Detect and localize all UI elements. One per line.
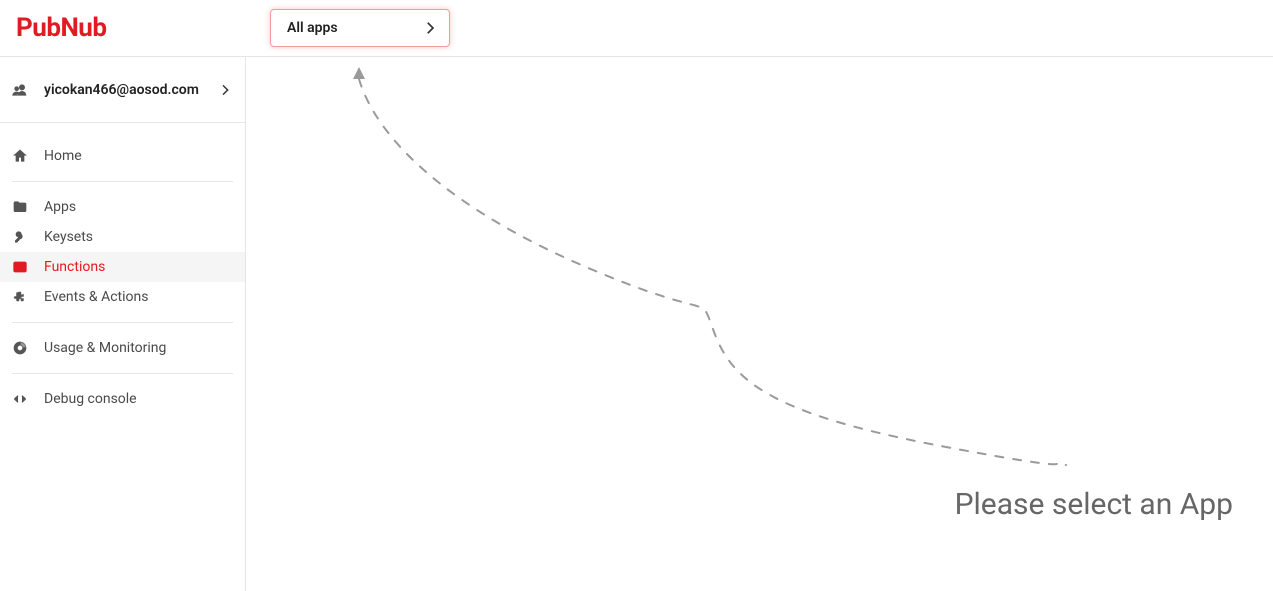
sidebar-item-keysets[interactable]: Keysets: [0, 222, 245, 252]
app-selector[interactable]: All apps: [270, 9, 450, 47]
brand-logo[interactable]: PubNub: [0, 13, 246, 43]
sidebar-item-label: Debug console: [44, 391, 137, 407]
sidebar-item-label: Functions: [44, 259, 105, 275]
key-icon: [12, 229, 28, 245]
sidebar-nav: Home Apps Keysets Functions Events & Act…: [0, 123, 245, 424]
sidebar-item-label: Keysets: [44, 229, 93, 245]
brand-logo-text: PubNub: [16, 13, 106, 43]
sidebar-item-usage[interactable]: Usage & Monitoring: [0, 333, 245, 363]
sidebar-item-label: Events & Actions: [44, 289, 148, 305]
sidebar-item-debug[interactable]: Debug console: [0, 384, 245, 414]
account-switcher[interactable]: yicokan466@aosod.com: [0, 57, 245, 123]
window-icon: [12, 259, 28, 275]
chevron-right-icon: [421, 19, 439, 37]
sidebar-item-label: Apps: [44, 199, 76, 215]
sidebar-item-apps[interactable]: Apps: [0, 192, 245, 222]
people-icon: [12, 82, 28, 98]
sidebar-item-home[interactable]: Home: [0, 141, 245, 171]
select-app-hint: Please select an App: [955, 487, 1233, 522]
account-email: yicokan466@aosod.com: [44, 82, 199, 98]
puzzle-icon: [12, 289, 28, 305]
sidebar: yicokan466@aosod.com Home Apps Keysets F…: [0, 57, 246, 591]
nav-divider: [12, 322, 233, 323]
sidebar-item-label: Home: [44, 148, 82, 164]
chevron-right-icon: [217, 82, 233, 98]
sidebar-item-functions[interactable]: Functions: [0, 252, 245, 282]
app-selector-label: All apps: [287, 20, 338, 36]
nav-divider: [12, 181, 233, 182]
donut-chart-icon: [12, 340, 28, 356]
code-icon: [12, 391, 28, 407]
sidebar-item-events[interactable]: Events & Actions: [0, 282, 245, 312]
main-content: Please select an App: [246, 57, 1273, 591]
folder-icon: [12, 199, 28, 215]
home-icon: [12, 148, 28, 164]
app-selector-container: All apps: [246, 0, 450, 56]
sidebar-item-label: Usage & Monitoring: [44, 340, 166, 356]
top-bar: PubNub All apps: [0, 0, 1273, 57]
nav-divider: [12, 373, 233, 374]
